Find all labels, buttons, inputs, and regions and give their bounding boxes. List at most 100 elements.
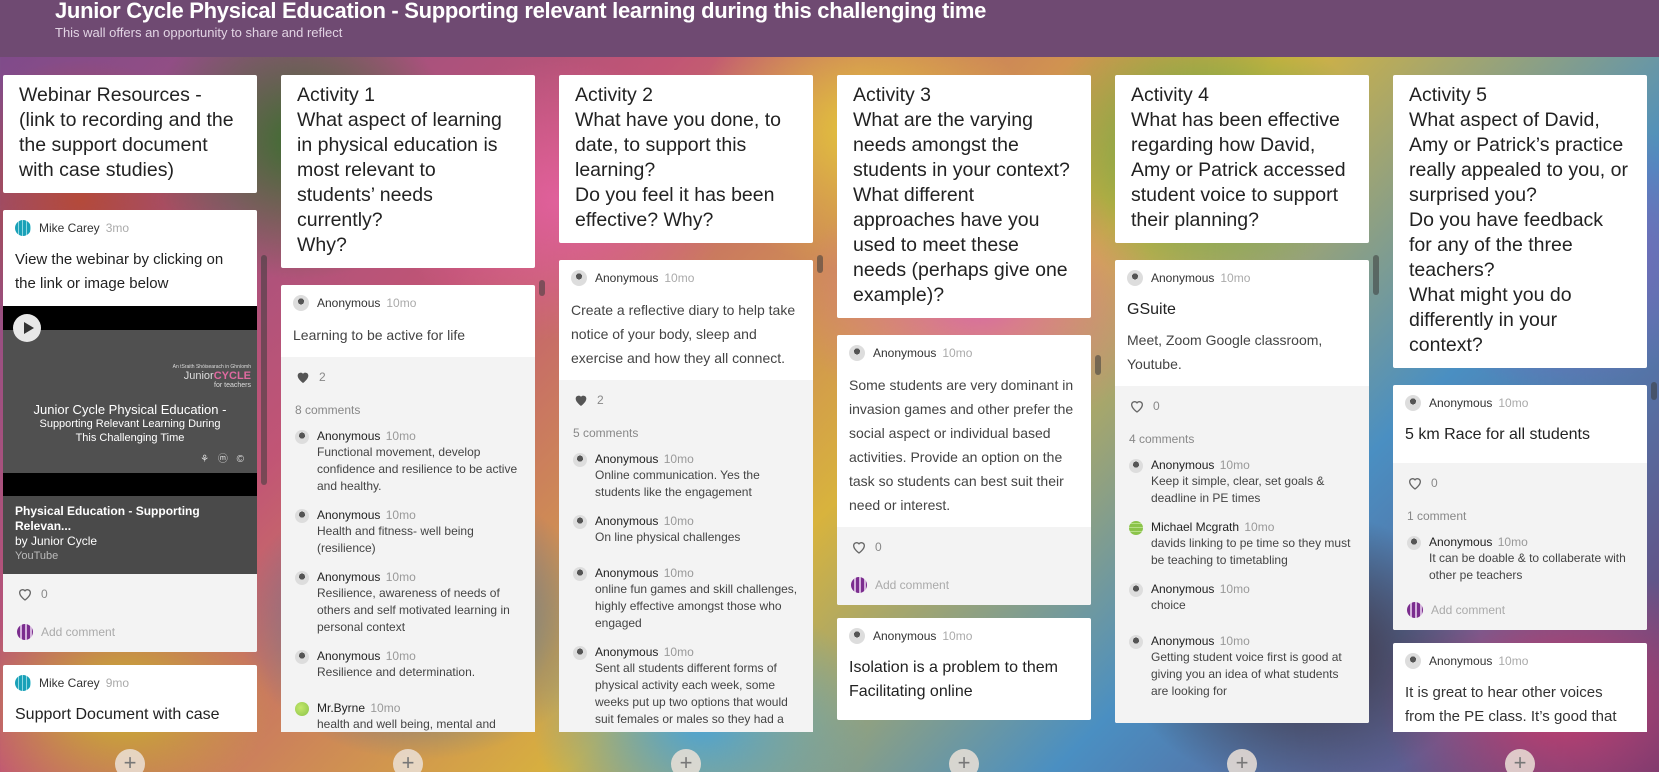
post-card[interactable]: Anonymous 10mo Some students are very do… (837, 335, 1091, 605)
post-card[interactable]: Anonymous 10mo It is great to hear other… (1393, 643, 1647, 732)
column-scrollbar[interactable] (1095, 355, 1101, 375)
video-thumbnail[interactable]: An tSraith Shóisearach in Ghníomh Junior… (3, 306, 257, 496)
anonymous-avatar (295, 571, 309, 585)
post-time: 10mo (386, 296, 417, 310)
heart-outline-icon (852, 542, 866, 554)
wall-title: Junior Cycle Physical Education - Suppor… (55, 0, 987, 23)
heart-outline-icon (18, 589, 32, 601)
column-scrollbar[interactable] (817, 255, 823, 273)
column-activity-3: Activity 3 What are the varying needs am… (837, 75, 1091, 732)
column-heading: Activity 5 What aspect of David, Amy or … (1393, 75, 1647, 368)
post-card[interactable]: Anonymous 10mo Create a reflective diary… (559, 260, 813, 732)
post-time: 3mo (105, 221, 130, 235)
like-count: 0 (1431, 476, 1438, 490)
like-count: 0 (1153, 399, 1160, 413)
add-post-button[interactable]: + (949, 749, 979, 772)
anonymous-avatar (1129, 635, 1143, 649)
add-comment-input[interactable]: Add comment (851, 575, 1077, 595)
anonymous-avatar (1405, 395, 1421, 411)
add-comment-input[interactable]: Add comment (17, 622, 243, 642)
anonymous-avatar (1405, 653, 1421, 669)
post-card[interactable]: Anonymous 10mo 5 km Race for all student… (1393, 385, 1647, 630)
anonymous-avatar (1407, 536, 1421, 550)
anonymous-avatar (573, 453, 587, 467)
like-count: 2 (319, 370, 326, 384)
like-button[interactable]: 0 (851, 535, 1077, 559)
post-card[interactable]: Mike Carey 9mo Support Document with cas… (3, 665, 257, 732)
post-body: It is great to hear other voices from th… (1405, 684, 1617, 725)
add-post-button[interactable]: + (115, 749, 145, 772)
play-icon[interactable] (13, 314, 41, 342)
comment: Anonymous 10mo Keep it simple, clear, se… (1129, 458, 1355, 507)
post-title: 5 km Race for all students (1405, 426, 1590, 443)
like-count: 0 (41, 587, 48, 601)
post-author: Anonymous (873, 629, 937, 643)
add-post-button[interactable]: + (671, 749, 701, 772)
column-scrollbar[interactable] (1651, 382, 1657, 400)
comment: Anonymous 10mo online fun games and skil… (573, 566, 799, 632)
like-button[interactable]: 2 (573, 388, 799, 412)
video-channel: by Junior Cycle (15, 534, 98, 548)
post-time: 9mo (105, 676, 130, 690)
post-card[interactable]: Anonymous 10mo Isolation is a problem to… (837, 618, 1091, 720)
column-webinar-resources: Webinar Resources - (link to recording a… (3, 75, 257, 732)
anonymous-avatar (293, 295, 309, 311)
junior-cycle-logo: An tSraith Shóisearach in Ghníomh Junior… (172, 364, 251, 389)
column-scrollbar[interactable] (261, 255, 267, 485)
anonymous-avatar (573, 646, 587, 660)
post-author: Mike Carey (39, 676, 100, 690)
post-body: Learning to be active for life (293, 327, 465, 343)
comments-count[interactable]: 4 comments (1129, 432, 1355, 446)
avatar (1407, 602, 1423, 618)
comments-count[interactable]: 5 comments (573, 426, 799, 440)
anonymous-avatar (295, 430, 309, 444)
anonymous-avatar (295, 509, 309, 523)
add-comment-input[interactable]: Add comment (1407, 600, 1633, 620)
like-button[interactable]: 0 (1407, 471, 1633, 495)
comment: Anonymous 10mo Getting student voice fir… (1129, 634, 1355, 700)
avatar (1129, 521, 1143, 535)
add-post-button[interactable]: + (1227, 749, 1257, 772)
heart-filled-icon (297, 372, 309, 383)
anonymous-avatar (1129, 459, 1143, 473)
post-author: Mike Carey (39, 221, 100, 235)
comments-count[interactable]: 1 comment (1407, 509, 1633, 523)
column-scrollbar[interactable] (1373, 255, 1379, 295)
comment: Michael Mcgrath 10mo davids linking to p… (1129, 520, 1355, 569)
post-card[interactable]: Anonymous 10mo GSuite Meet, Zoom Google … (1115, 260, 1369, 723)
heart-outline-icon (1408, 478, 1422, 490)
comment: Anonymous 10mo On line physical challeng… (573, 514, 799, 546)
column-activity-1: Activity 1 What aspect of learning in ph… (281, 75, 535, 732)
avatar (15, 675, 31, 691)
video-title[interactable]: Physical Education - Supporting Relevan.… (15, 504, 245, 534)
column-heading: Activity 3 What are the varying needs am… (837, 75, 1091, 318)
post-time: 10mo (1498, 396, 1529, 410)
add-post-button[interactable]: + (1505, 749, 1535, 772)
like-button[interactable]: 2 (295, 365, 521, 389)
post-author: Anonymous (1429, 654, 1493, 668)
wall-header: Junior Cycle Physical Education - Suppor… (0, 0, 1659, 57)
anonymous-avatar (573, 515, 587, 529)
column-scrollbar[interactable] (539, 280, 545, 296)
avatar (851, 577, 867, 593)
column-activity-5: Activity 5 What aspect of David, Amy or … (1393, 75, 1647, 732)
comment: Anonymous 10mo Online communication. Yes… (573, 452, 799, 501)
comments-count[interactable]: 8 comments (295, 403, 521, 417)
post-time: 10mo (1498, 654, 1529, 668)
column-heading: Activity 2 What have you done, to date, … (559, 75, 813, 243)
like-button[interactable]: 0 (17, 582, 243, 606)
anonymous-avatar (849, 628, 865, 644)
post-author: Anonymous (1151, 271, 1215, 285)
anonymous-avatar (573, 567, 587, 581)
video-slide-title: Junior Cycle Physical Education - Suppor… (33, 402, 227, 445)
comment: Anonymous 10mo Sent all students differe… (573, 645, 799, 728)
youtube-video-embed[interactable]: An tSraith Shóisearach in Ghníomh Junior… (3, 306, 257, 574)
column-activity-2: Activity 2 What have you done, to date, … (559, 75, 813, 732)
post-card[interactable]: Mike Carey 3mo View the webinar by click… (3, 210, 257, 652)
post-author: Anonymous (595, 271, 659, 285)
like-button[interactable]: 0 (1129, 394, 1355, 418)
add-post-button[interactable]: + (393, 749, 423, 772)
comment: Anonymous 10mo choice (1129, 582, 1355, 614)
post-time: 10mo (664, 271, 695, 285)
post-card[interactable]: Anonymous 10mo Learning to be active for… (281, 285, 535, 732)
